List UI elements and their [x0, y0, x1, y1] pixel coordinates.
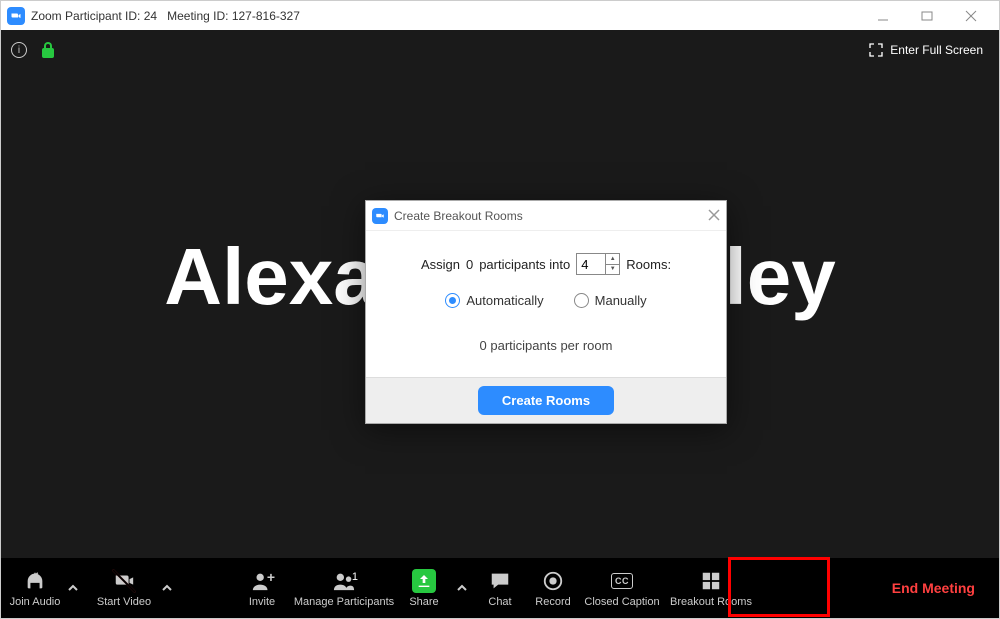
- video-icon: [112, 569, 136, 593]
- participants-count: 1: [352, 571, 358, 583]
- audio-options-chevron[interactable]: [65, 558, 81, 618]
- participant-count: 0: [466, 257, 473, 272]
- rooms-suffix: Rooms:: [626, 257, 671, 272]
- record-button[interactable]: Record: [525, 558, 581, 618]
- assign-middle: participants into: [479, 257, 570, 272]
- video-options-chevron[interactable]: [159, 558, 175, 618]
- dialog-title: Create Breakout Rooms: [394, 209, 523, 223]
- info-icon[interactable]: i: [11, 42, 27, 58]
- window-close-button[interactable]: [949, 1, 993, 30]
- room-count-stepper[interactable]: ▲ ▼: [576, 253, 620, 275]
- share-options-chevron[interactable]: [449, 558, 475, 618]
- room-count-up[interactable]: ▲: [606, 254, 619, 265]
- window-minimize-button[interactable]: [861, 1, 905, 30]
- participants-icon: 1: [332, 569, 356, 593]
- create-rooms-button[interactable]: Create Rooms: [478, 386, 614, 415]
- join-audio-label: Join Audio: [10, 596, 61, 608]
- invite-label: Invite: [249, 596, 275, 608]
- room-count-down[interactable]: ▼: [606, 265, 619, 275]
- chat-icon: [488, 569, 512, 593]
- breakout-rooms-icon: [699, 569, 723, 593]
- closed-caption-label: Closed Caption: [584, 596, 659, 608]
- share-label: Share: [409, 596, 438, 608]
- radio-automatically-label: Automatically: [466, 293, 543, 308]
- window-maximize-button[interactable]: [905, 1, 949, 30]
- topbar: i Enter Full Screen: [1, 30, 999, 70]
- closed-caption-button[interactable]: CC Closed Caption: [581, 558, 663, 618]
- start-video-label: Start Video: [97, 596, 151, 608]
- record-icon: [541, 569, 565, 593]
- highlight-box: [728, 557, 830, 617]
- chat-button[interactable]: Chat: [475, 558, 525, 618]
- room-count-input[interactable]: [577, 254, 605, 274]
- titlebar: Zoom Participant ID: 24 Meeting ID: 127-…: [1, 1, 999, 30]
- radio-manually[interactable]: Manually: [574, 293, 647, 308]
- titlebar-text: Zoom Participant ID: 24 Meeting ID: 127-…: [31, 9, 300, 23]
- radio-automatically[interactable]: Automatically: [445, 293, 543, 308]
- cc-icon: CC: [610, 569, 634, 593]
- headphones-icon: [23, 569, 47, 593]
- zoom-app-icon: [372, 208, 388, 224]
- fullscreen-label: Enter Full Screen: [890, 43, 983, 57]
- share-button[interactable]: Share: [399, 558, 449, 618]
- enter-fullscreen-button[interactable]: Enter Full Screen: [862, 38, 989, 62]
- end-meeting-button[interactable]: End Meeting: [892, 580, 995, 596]
- meeting-toolbar: Join Audio Start Video +: [1, 558, 999, 618]
- share-icon: [412, 569, 436, 593]
- assign-prefix: Assign: [421, 257, 460, 272]
- record-label: Record: [535, 596, 570, 608]
- manage-participants-label: Manage Participants: [294, 596, 394, 608]
- invite-button[interactable]: + Invite: [235, 558, 289, 618]
- participants-per-room: 0 participants per room: [376, 338, 716, 353]
- join-audio-button[interactable]: Join Audio: [5, 558, 65, 618]
- assign-row: Assign 0 participants into ▲ ▼ Rooms:: [376, 253, 716, 275]
- dialog-titlebar: Create Breakout Rooms: [366, 201, 726, 231]
- create-breakout-rooms-dialog: Create Breakout Rooms Assign 0 participa…: [365, 200, 727, 424]
- zoom-window: Zoom Participant ID: 24 Meeting ID: 127-…: [0, 0, 1000, 619]
- radio-manually-label: Manually: [595, 293, 647, 308]
- manage-participants-button[interactable]: 1 Manage Participants: [289, 558, 399, 618]
- start-video-button[interactable]: Start Video: [89, 558, 159, 618]
- chat-label: Chat: [488, 596, 511, 608]
- meeting-content: i Enter Full Screen Alexander Hadley Cre…: [1, 30, 999, 618]
- zoom-app-icon: [7, 7, 25, 25]
- dialog-close-button[interactable]: [708, 208, 720, 224]
- encrypted-lock-icon: [42, 42, 54, 58]
- invite-icon: +: [250, 569, 274, 593]
